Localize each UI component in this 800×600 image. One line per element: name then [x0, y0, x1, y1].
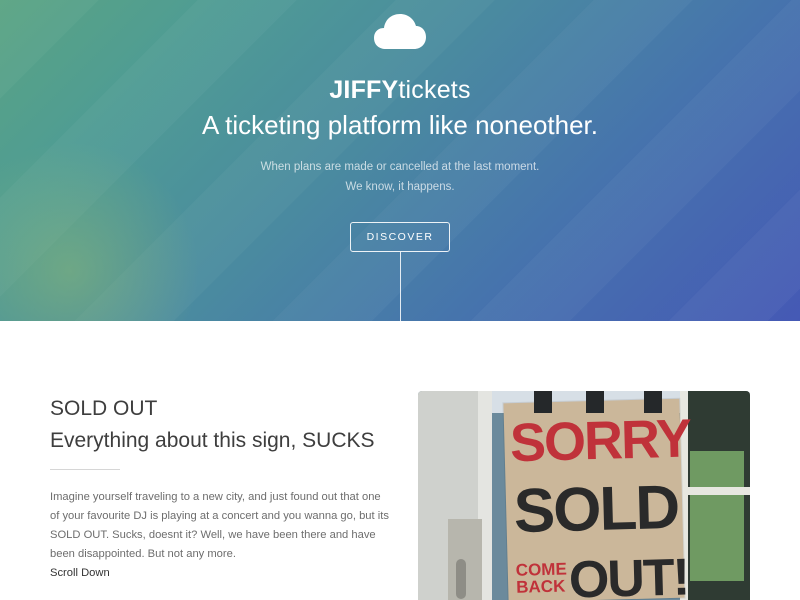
photo-sign-sold-text: SOLD	[512, 472, 679, 547]
photo-window-frame-horizontal	[680, 487, 750, 495]
photo-sign-out-text: OUT!	[568, 548, 689, 600]
hero-subtext-line-2: We know, it happens.	[345, 181, 455, 193]
section-body-text: Imagine yourself traveling to a new city…	[50, 491, 389, 560]
section-heading-line-1: SOLD OUT	[50, 397, 158, 420]
photo-door-handle	[456, 559, 466, 599]
sold-out-sign-photo: SORRY SOLD COME BACK OUT!	[418, 391, 750, 600]
photo-window-greenery	[690, 451, 744, 581]
photo-sign-sorry-text: SORRY	[509, 408, 691, 474]
discover-button[interactable]: DISCOVER	[350, 222, 450, 252]
hero-tagline: A ticketing platform like noneother.	[201, 110, 598, 140]
discover-connector-line	[400, 252, 401, 321]
hero-subtext-line-1: When plans are made or cancelled at the …	[260, 161, 540, 173]
section-heading-line-2: Everything about this sign, SUCKS	[50, 429, 375, 452]
section-divider	[50, 469, 120, 470]
scroll-down-link[interactable]: Scroll Down	[50, 564, 110, 583]
section-heading: SOLD OUT Everything about this sign, SUC…	[50, 393, 390, 457]
cloud-icon	[374, 14, 426, 49]
brand-title: JIFFYtickets	[0, 76, 800, 105]
hero-subtext: When plans are made or cancelled at the …	[0, 157, 800, 197]
brand-light-text: tickets	[398, 76, 471, 104]
hero-banner: JIFFYtickets A ticketing platform like n…	[0, 0, 800, 321]
brand-bold-text: JIFFY	[329, 76, 399, 104]
